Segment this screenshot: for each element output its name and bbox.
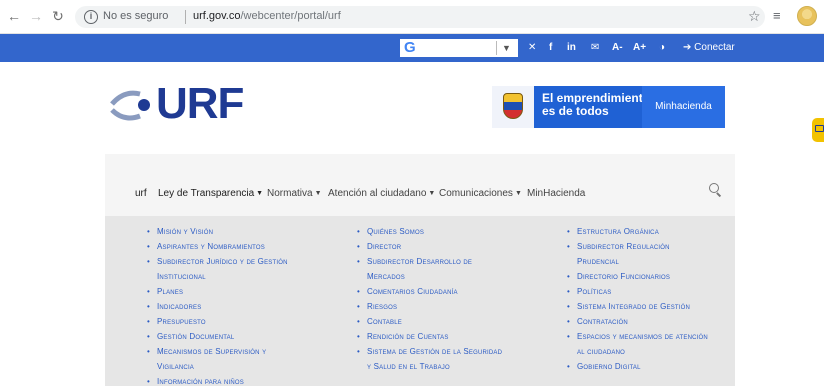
browser-toolbar: ← → ↻ i No es seguro urf.gov.co/webcente…	[0, 0, 824, 34]
nav-item-normativa[interactable]: Normativa ▼	[267, 188, 322, 199]
caret-down-icon: ▼	[314, 190, 322, 197]
menu-item[interactable]: Subdirector Regulación	[567, 241, 708, 252]
menu-item[interactable]: Subdirector Desarrollo de	[357, 256, 502, 267]
translate-divider	[496, 41, 497, 55]
nav-item-ley-de-transparencia[interactable]: Ley de Transparencia ▼	[158, 188, 263, 199]
menu-item[interactable]: Directorio Funcionarios	[567, 271, 708, 282]
menu-item[interactable]: Misión y Visión	[147, 226, 288, 237]
menu-item-continuation[interactable]: Prudencial	[577, 256, 708, 267]
urf-logo[interactable]: URF	[110, 78, 280, 130]
menu-item-continuation[interactable]: Mercados	[367, 271, 502, 282]
search-icon[interactable]	[709, 183, 719, 193]
menu-item[interactable]: Riesgos	[357, 301, 502, 312]
menu-item-continuation[interactable]: y Salud en el Trabajo	[367, 361, 502, 372]
contact-side-tab[interactable]	[812, 118, 824, 142]
menu-item[interactable]: Quiénes Somos	[357, 226, 502, 237]
menu-item[interactable]: Mecanismos de Supervisión y	[147, 346, 288, 357]
main-navigation: urf Ley de Transparencia ▼ Normativa ▼ Ate…	[105, 154, 735, 216]
menu-item[interactable]: Aspirantes y Nombramientos	[147, 241, 288, 252]
forward-arrow-icon[interactable]: →	[28, 8, 44, 24]
back-arrow-icon[interactable]: ←	[6, 8, 22, 24]
dropdown-column-3: Estructura Orgánica Subdirector Regulaci…	[567, 226, 708, 372]
colombia-crest-icon	[492, 86, 534, 128]
reload-icon[interactable]: ↻	[50, 8, 66, 24]
decrease-font-button[interactable]: A-	[612, 41, 623, 55]
government-banner[interactable]: El emprendimiento es de todos Minhaciend…	[492, 86, 725, 128]
menu-item[interactable]: Comentarios Ciudadanía	[357, 286, 502, 297]
bookmark-star-icon[interactable]: ☆	[748, 8, 761, 24]
url-domain: urf.gov.co	[193, 10, 241, 22]
address-bar[interactable]: i No es seguro urf.gov.co/webcenter/port…	[75, 6, 765, 28]
menu-item[interactable]: Información para niños	[147, 376, 288, 386]
facebook-icon[interactable]: f	[549, 41, 552, 55]
reading-list-icon[interactable]: ≡	[773, 8, 781, 24]
login-icon: ➔	[683, 42, 692, 53]
nav-item-comunicaciones[interactable]: Comunicaciones ▼	[439, 188, 522, 199]
menu-item[interactable]: Planes	[147, 286, 288, 297]
linkedin-icon[interactable]: in	[567, 41, 576, 55]
chevron-down-icon[interactable]: ▼	[502, 39, 511, 57]
twitter-icon[interactable]: ✕	[528, 41, 536, 55]
logo-swoosh-icon	[110, 90, 150, 121]
dropdown-column-1: Misión y Visión Aspirantes y Nombramient…	[147, 226, 288, 386]
logo-text: URF	[156, 79, 244, 128]
caret-down-icon: ▼	[256, 190, 264, 197]
nav-item-label: Normativa	[267, 188, 313, 199]
translate-widget[interactable]: G ▼	[400, 39, 518, 57]
contrast-icon[interactable]: ◑	[659, 41, 665, 55]
menu-item[interactable]: Sistema de Gestión de la Seguridad	[357, 346, 502, 357]
minhacienda-label: Minhacienda	[642, 86, 725, 128]
menu-item[interactable]: Contratación	[567, 316, 708, 327]
menu-item[interactable]: Políticas	[567, 286, 708, 297]
menu-item[interactable]: Gestión Documental	[147, 331, 288, 342]
banner-slogan: El emprendimiento es de todos	[542, 92, 650, 118]
nav-item-label: MinHacienda	[527, 188, 586, 199]
accessibility-bar: G ▼ ✕ f in ✉ A- A+ ◑ ➔ Conectar	[0, 34, 824, 62]
info-icon[interactable]: i	[84, 10, 98, 24]
dropdown-column-2: Quiénes Somos Director Subdirector Desar…	[357, 226, 502, 372]
menu-item[interactable]: Presupuesto	[147, 316, 288, 327]
menu-item[interactable]: Gobierno Digital	[567, 361, 708, 372]
menu-item[interactable]: Rendición de Cuentas	[357, 331, 502, 342]
nav-item-label: Atención al ciudadano	[328, 188, 427, 199]
login-button[interactable]: ➔ Conectar	[683, 41, 735, 55]
menu-item[interactable]: Director	[357, 241, 502, 252]
menu-item[interactable]: Espacios y mecanismos de atención	[567, 331, 708, 342]
nav-item-label: Comunicaciones	[439, 188, 513, 199]
menu-item[interactable]: Contable	[357, 316, 502, 327]
banner-slogan-line2: es de todos	[542, 104, 609, 118]
menu-item[interactable]: Estructura Orgánica	[567, 226, 708, 237]
nav-item-atencion-al-ciudadano[interactable]: Atención al ciudadano ▼	[328, 188, 435, 199]
security-label: No es seguro	[103, 10, 169, 22]
envelope-icon	[815, 125, 824, 132]
nav-item-label: Ley de Transparencia	[158, 188, 255, 199]
menu-item-continuation[interactable]: al ciudadano	[577, 346, 708, 357]
profile-avatar[interactable]	[797, 6, 817, 26]
address-divider	[185, 10, 186, 24]
url-text[interactable]: urf.gov.co/webcenter/portal/urf	[193, 10, 341, 22]
menu-item-continuation[interactable]: Vigilancia	[157, 361, 288, 372]
url-path: /webcenter/portal/urf	[240, 10, 341, 22]
nav-item-urf[interactable]: urf	[135, 188, 147, 199]
caret-down-icon: ▼	[514, 190, 522, 197]
menu-item[interactable]: Subdirector Jurídico y de Gestión	[147, 256, 288, 267]
caret-down-icon: ▼	[428, 190, 436, 197]
google-logo: G	[404, 39, 416, 56]
nav-item-label: urf	[135, 188, 147, 199]
nav-item-minhacienda[interactable]: MinHacienda	[527, 188, 585, 199]
transparency-dropdown: Misión y Visión Aspirantes y Nombramient…	[105, 216, 735, 386]
mail-icon[interactable]: ✉	[591, 41, 599, 55]
menu-item[interactable]: Indicadores	[147, 301, 288, 312]
login-label: Conectar	[694, 42, 735, 53]
increase-font-button[interactable]: A+	[633, 41, 646, 55]
menu-item-continuation[interactable]: Institucional	[157, 271, 288, 282]
menu-item[interactable]: Sistema Integrado de Gestión	[567, 301, 708, 312]
